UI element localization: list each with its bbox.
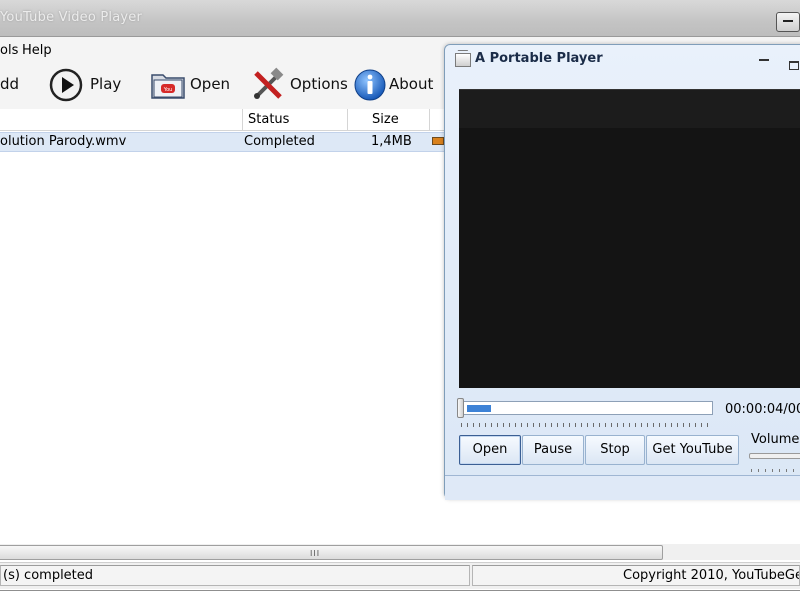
time-display: 00:00:04/00:0 xyxy=(725,402,800,417)
column-header-name[interactable] xyxy=(0,109,243,131)
scrollbar-thumb[interactable]: III xyxy=(0,545,663,560)
player-maximize-button[interactable] xyxy=(789,61,799,70)
add-button-label: dd xyxy=(0,75,20,93)
player-title: A Portable Player xyxy=(475,51,603,66)
clapperboard-icon xyxy=(455,53,471,67)
volume-ticks xyxy=(751,469,800,472)
volume-slider[interactable] xyxy=(749,453,800,459)
status-text: (s) completed xyxy=(0,565,470,586)
seek-bar[interactable] xyxy=(461,401,713,415)
player-open-button[interactable]: Open xyxy=(459,435,521,465)
column-header-size[interactable]: Size xyxy=(348,109,430,131)
options-button[interactable]: Options xyxy=(250,63,348,109)
menu-help[interactable]: Help xyxy=(22,43,52,58)
player-minimize-button[interactable] xyxy=(759,59,769,61)
window-title: YouTube Video Player xyxy=(0,10,143,25)
file-status: Completed xyxy=(244,134,315,149)
minimize-icon xyxy=(783,20,793,22)
seek-handle[interactable] xyxy=(457,398,464,418)
open-button[interactable]: You Open xyxy=(150,63,230,109)
options-button-label: Options xyxy=(290,75,348,93)
menu-tools[interactable]: ols xyxy=(0,43,18,58)
portable-player-window: A Portable Player 00:00:04/00:0 Open Pau… xyxy=(444,44,800,500)
pause-button[interactable]: Pause xyxy=(522,435,584,465)
scrollbar-grip: III xyxy=(310,549,321,558)
player-status-strip xyxy=(445,475,800,500)
info-icon xyxy=(352,67,388,106)
open-button-label: Open xyxy=(190,75,231,93)
video-screen[interactable] xyxy=(459,89,800,388)
volume-label: Volume xyxy=(751,432,800,447)
seek-ticks xyxy=(461,423,711,427)
download-progress-bar xyxy=(432,137,444,145)
column-header-status[interactable]: Status xyxy=(243,109,348,131)
tools-icon xyxy=(250,67,286,106)
play-icon xyxy=(48,67,84,106)
file-size: 1,4MB xyxy=(371,134,412,149)
about-button[interactable]: About xyxy=(352,63,434,109)
seek-bar-fill xyxy=(467,405,491,412)
play-button[interactable]: Play xyxy=(48,63,122,109)
horizontal-scrollbar[interactable]: III xyxy=(0,544,800,560)
add-button[interactable]: dd xyxy=(0,63,40,109)
about-button-label: About xyxy=(389,75,434,93)
copyright-text: Copyright 2010, YouTubeGettin xyxy=(472,565,800,586)
status-bar: (s) completed Copyright 2010, YouTubeGet… xyxy=(0,562,800,589)
play-button-label: Play xyxy=(90,75,122,93)
folder-youtube-icon: You xyxy=(150,67,186,106)
svg-text:You: You xyxy=(163,87,173,93)
stop-button[interactable]: Stop xyxy=(585,435,645,465)
title-bar: YouTube Video Player xyxy=(0,0,800,37)
minimize-button[interactable] xyxy=(776,12,800,32)
file-name: olution Parody.wmv xyxy=(0,134,127,149)
get-youtube-button[interactable]: Get YouTube xyxy=(646,435,739,465)
